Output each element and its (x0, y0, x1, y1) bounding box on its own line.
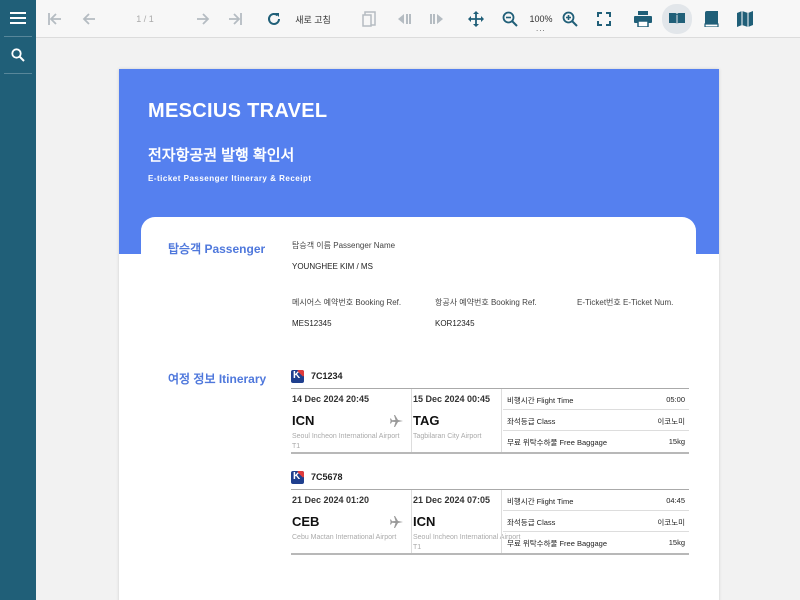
fullscreen-button[interactable] (592, 0, 616, 38)
galley-mode-button[interactable] (732, 0, 758, 38)
rail-divider (4, 73, 32, 74)
departure-airport-code: ICN (292, 413, 315, 428)
book-icon (704, 11, 719, 27)
info-row-divider (503, 531, 689, 532)
viewer-toolbar: 1 / 1 새로 고침 100% ... (36, 0, 800, 38)
flight-header: K 7C5678 (291, 469, 343, 485)
class-value: 이코노미 (657, 518, 685, 527)
column-divider (411, 490, 412, 554)
previous-section-button[interactable] (393, 0, 415, 38)
printer-icon (634, 11, 652, 27)
menu-button[interactable] (0, 0, 36, 36)
class-label: 좌석등급 Class (507, 417, 556, 426)
move-icon (468, 11, 484, 27)
last-page-button[interactable] (224, 0, 246, 38)
flight-header: K 7C1234 (291, 368, 343, 384)
step-back-icon (398, 14, 411, 24)
previous-page-button[interactable] (78, 0, 100, 38)
flight-time-label: 비행시간 Flight Time (507, 396, 574, 405)
flight-footer-divider (291, 553, 689, 555)
flight-header-divider (291, 489, 689, 490)
flight-time-value: 04:45 (666, 496, 685, 505)
page-indicator[interactable]: 1 / 1 (122, 0, 168, 38)
airline-logo-icon: K (291, 369, 304, 383)
pan-mode-button[interactable] (464, 0, 488, 38)
baggage-value: 15kg (668, 437, 685, 446)
flight-header-divider (291, 388, 689, 389)
baggage-label: 무료 위탁수하물 Free Baggage (507, 539, 608, 548)
airline-booking-ref-value: KOR12345 (435, 319, 475, 328)
info-row-divider (503, 510, 689, 511)
single-page-view-button[interactable] (662, 4, 692, 34)
booking-ref-value: MES12345 (292, 319, 332, 328)
arrow-right-icon (197, 13, 210, 25)
book-open-icon (669, 13, 685, 25)
next-section-button[interactable] (426, 0, 448, 38)
go-to-parent-button[interactable] (358, 0, 380, 38)
next-page-button[interactable] (192, 0, 214, 38)
zoom-in-icon (562, 11, 578, 27)
search-icon (11, 48, 25, 62)
info-row-divider (503, 430, 689, 431)
eticket-number-label: E-Ticket번호 E-Ticket Num. (577, 298, 674, 307)
flight-segment: K 7C1234 14 Dec 2024 20:45 15 Dec 2024 0… (291, 368, 689, 458)
arrival-datetime: 21 Dec 2024 07:05 (413, 495, 491, 505)
itinerary-section-title: 여정 정보 Itinerary (168, 372, 267, 386)
step-forward-icon (430, 14, 443, 24)
arrival-airport-code: ICN (413, 514, 436, 529)
departure-airport-name: Cebu Mactan International Airport (292, 534, 397, 541)
first-page-icon (48, 13, 61, 25)
document-title-english: E-ticket Passenger Itinerary & Receipt (148, 174, 312, 183)
passenger-name-value: YOUNGHEE KIM / MS (292, 262, 373, 271)
flight-segment: K 7C5678 21 Dec 2024 01:20 21 Dec 2024 0… (291, 469, 689, 559)
arrival-airport-code: TAG (413, 413, 440, 428)
flight-number: 7C5678 (311, 472, 343, 482)
flight-time-label: 비행시간 Flight Time (507, 497, 574, 506)
passenger-name-label: 탑승객 이름 Passenger Name (292, 241, 396, 250)
zoom-out-icon (502, 11, 518, 27)
departure-datetime: 21 Dec 2024 01:20 (292, 495, 370, 505)
airplane-icon (390, 415, 403, 427)
departure-airport-code: CEB (292, 514, 320, 529)
info-row-divider (503, 409, 689, 410)
flight-number: 7C1234 (311, 371, 343, 381)
print-button[interactable] (630, 0, 656, 38)
first-page-button[interactable] (44, 0, 66, 38)
last-page-icon (229, 13, 242, 25)
document-title-korean: 전자항공권 발행 확인서 (148, 147, 295, 164)
baggage-value: 15kg (668, 538, 685, 547)
document-back-icon (362, 11, 376, 27)
arrow-left-icon (82, 13, 95, 25)
column-divider (501, 389, 502, 453)
zoom-in-button[interactable] (558, 0, 582, 38)
flight-time-value: 05:00 (666, 395, 685, 404)
departure-airport-name: Seoul Incheon International Airport T1 (292, 433, 400, 450)
refresh-icon (268, 12, 280, 25)
brand-name: MESCIUS TRAVEL (148, 100, 328, 122)
column-divider (501, 490, 502, 554)
airline-logo-icon: K (291, 470, 304, 484)
class-label: 좌석등급 Class (507, 518, 556, 527)
booking-ref-label: 메시어스 예약번호 Booking Ref. (292, 298, 402, 307)
baggage-label: 무료 위탁수하물 Free Baggage (507, 438, 608, 447)
search-button[interactable] (0, 37, 36, 73)
refresh-button[interactable] (262, 0, 286, 38)
map-icon (737, 11, 753, 27)
column-divider (411, 389, 412, 453)
fullscreen-icon (597, 12, 611, 26)
flight-footer-divider (291, 452, 689, 454)
zoom-options-indicator[interactable]: ... (536, 24, 546, 33)
refresh-label[interactable]: 새로 고침 (288, 0, 338, 38)
hamburger-icon (10, 12, 26, 24)
document-page: MESCIUS TRAVEL 전자항공권 발행 확인서 E-ticket Pas… (119, 69, 719, 600)
departure-datetime: 14 Dec 2024 20:45 (292, 394, 370, 404)
airplane-icon (390, 516, 403, 528)
zoom-out-button[interactable] (498, 0, 522, 38)
passenger-section-title: 탑승객 Passenger (168, 242, 266, 256)
class-value: 이코노미 (657, 417, 685, 426)
side-rail (0, 0, 36, 600)
arrival-datetime: 15 Dec 2024 00:45 (413, 394, 491, 404)
continuous-view-button[interactable] (698, 0, 724, 38)
airline-booking-ref-label: 항공사 예약번호 Booking Ref. (435, 298, 537, 307)
